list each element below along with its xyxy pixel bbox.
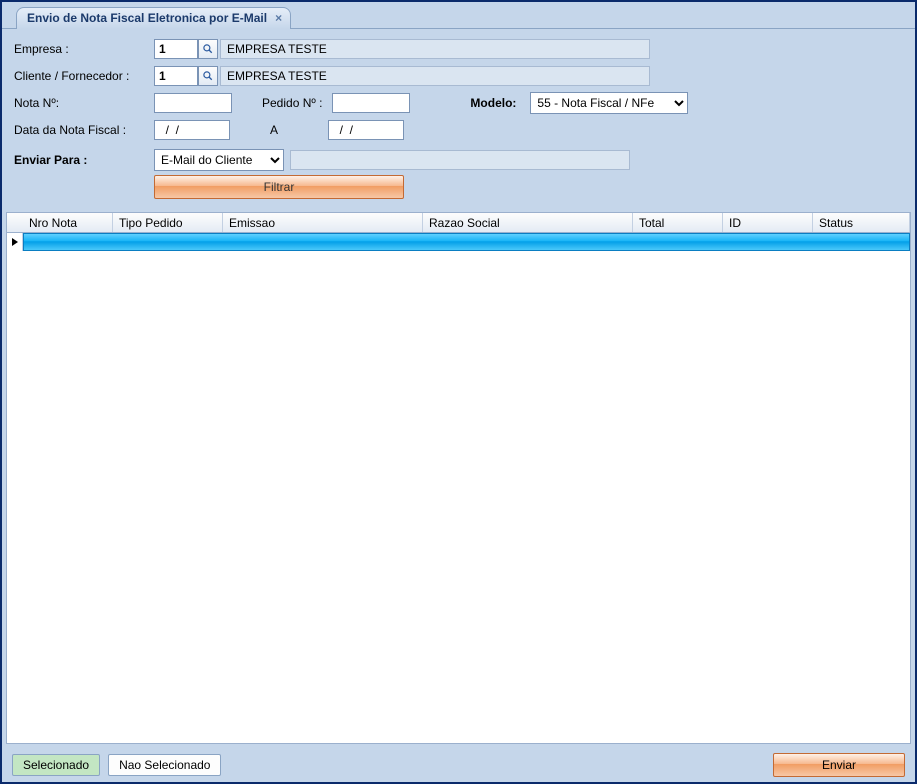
label-nota: Nota Nº: [14,96,154,110]
label-cliente: Cliente / Fornecedor : [14,69,154,83]
window: Envio de Nota Fiscal Eletronica por E-Ma… [0,0,917,784]
row-highlight [23,233,910,251]
empresa-name-display: EMPRESA TESTE [220,39,650,59]
enviar-para-extra-display [290,150,630,170]
modelo-select[interactable]: 55 - Nota Fiscal / NFe [530,92,688,114]
results-grid: Nro Nota Tipo Pedido Emissao Razao Socia… [6,212,911,744]
cliente-name-display: EMPRESA TESTE [220,66,650,86]
cliente-lookup-button[interactable] [198,66,218,86]
empresa-code-input[interactable] [154,39,198,59]
col-emissao[interactable]: Emissao [223,213,423,232]
label-ate: A [270,123,278,137]
enviar-para-select[interactable]: E-Mail do Cliente [154,149,284,171]
close-icon[interactable]: × [275,11,282,25]
label-data: Data da Nota Fiscal : [14,123,154,137]
pedido-input[interactable] [332,93,410,113]
grid-header: Nro Nota Tipo Pedido Emissao Razao Socia… [7,213,910,233]
legend-nao-selecionado: Nao Selecionado [108,754,221,776]
nota-input[interactable] [154,93,232,113]
filtrar-button[interactable]: Filtrar [154,175,404,199]
tab-title: Envio de Nota Fiscal Eletronica por E-Ma… [27,11,267,25]
col-total[interactable]: Total [633,213,723,232]
col-status[interactable]: Status [813,213,910,232]
col-razao[interactable]: Razao Social [423,213,633,232]
label-pedido: Pedido Nº : [262,96,322,110]
legend-selecionado: Selecionado [12,754,100,776]
cliente-code-input[interactable] [154,66,198,86]
tab-envio-nfe-email[interactable]: Envio de Nota Fiscal Eletronica por E-Ma… [16,7,291,29]
grid-selected-row[interactable] [7,233,910,251]
col-tipo-pedido[interactable]: Tipo Pedido [113,213,223,232]
label-empresa: Empresa : [14,42,154,56]
tab-bar: Envio de Nota Fiscal Eletronica por E-Ma… [2,2,915,28]
row-pointer-icon [7,233,23,251]
search-icon [202,43,214,55]
search-icon [202,70,214,82]
label-modelo: Modelo: [470,96,516,110]
footer-bar: Selecionado Nao Selecionado Enviar [2,748,915,782]
grid-body[interactable] [7,233,910,743]
data-ate-input[interactable] [328,120,404,140]
enviar-button[interactable]: Enviar [773,753,905,777]
filter-form: Empresa : EMPRESA TESTE Cliente / Fornec… [2,28,915,212]
data-de-input[interactable] [154,120,230,140]
empresa-lookup-button[interactable] [198,39,218,59]
col-id[interactable]: ID [723,213,813,232]
label-enviar-para: Enviar Para : [14,153,154,167]
col-nro-nota[interactable]: Nro Nota [23,213,113,232]
